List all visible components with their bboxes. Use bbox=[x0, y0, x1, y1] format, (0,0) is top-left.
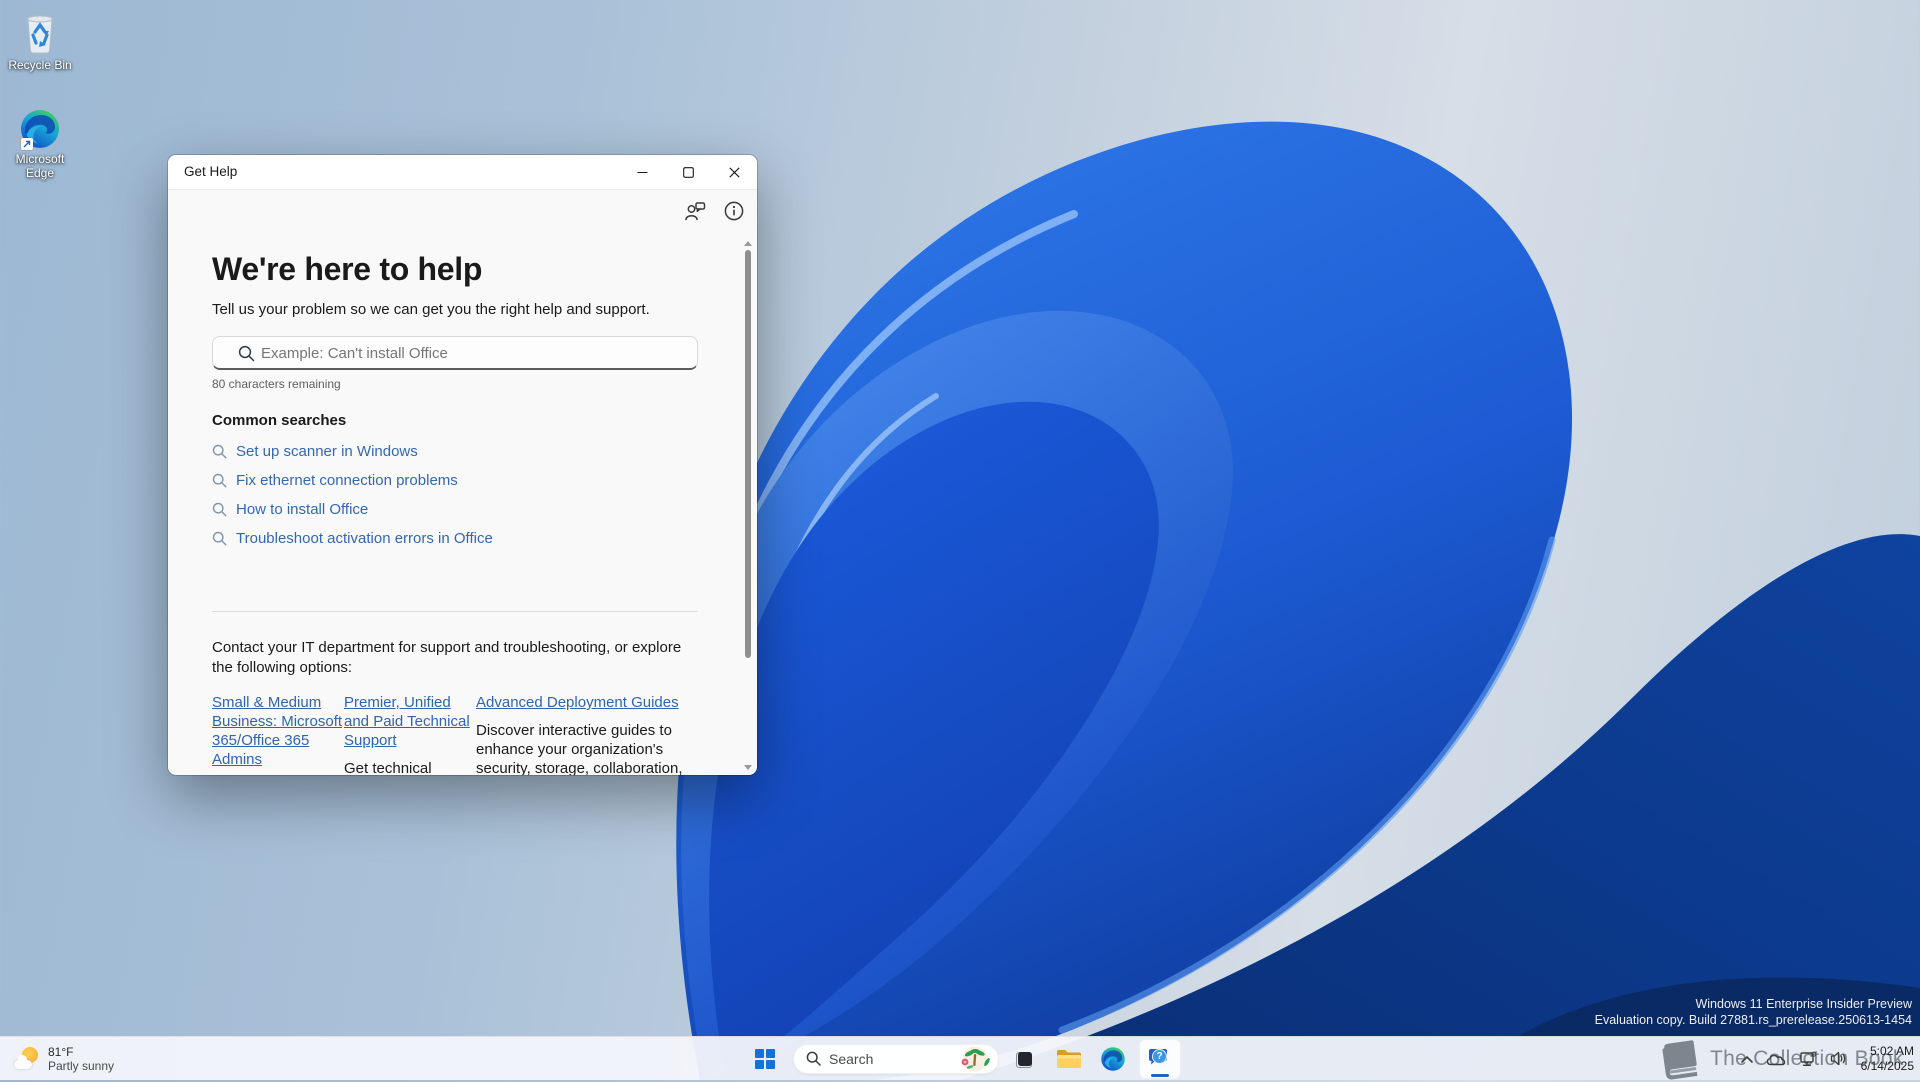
search-icon bbox=[238, 345, 255, 362]
taskbar-search-box[interactable]: Search bbox=[793, 1043, 999, 1074]
scroll-down-arrow[interactable] bbox=[742, 761, 754, 773]
characters-remaining: 80 characters remaining bbox=[212, 377, 341, 391]
divider bbox=[212, 611, 698, 612]
book-icon bbox=[1658, 1036, 1704, 1082]
search-icon bbox=[806, 1051, 821, 1066]
common-search-link-install-office[interactable]: How to install Office bbox=[212, 495, 493, 524]
maximize-button[interactable] bbox=[665, 155, 711, 189]
premier-support-desc: Get technical bbox=[344, 760, 432, 775]
scrollbar-thumb[interactable] bbox=[745, 250, 751, 658]
tray-time: 5:02 AM bbox=[1869, 1043, 1914, 1058]
search-highlight-art bbox=[956, 1046, 994, 1072]
deployment-guides-desc: Discover interactive guides to enhance y… bbox=[476, 722, 683, 775]
start-button[interactable] bbox=[745, 1040, 785, 1078]
tray-date: 6/14/2025 bbox=[1860, 1058, 1914, 1073]
shortcut-arrow-icon bbox=[21, 138, 33, 150]
problem-search-box[interactable] bbox=[212, 336, 698, 370]
search-icon bbox=[212, 444, 227, 459]
volume-icon[interactable] bbox=[1830, 1051, 1848, 1066]
maximize-icon bbox=[682, 166, 694, 178]
taskbar: 81°F Partly sunny Search ? The Collectio… bbox=[0, 1036, 1920, 1080]
get-help-icon: ? bbox=[1147, 1047, 1173, 1071]
search-icon bbox=[212, 531, 227, 546]
task-view-button[interactable] bbox=[1007, 1040, 1043, 1078]
hidden-icons-chevron[interactable] bbox=[1740, 1055, 1753, 1063]
common-search-link-activation[interactable]: Troubleshoot activation errors in Office bbox=[212, 524, 493, 553]
common-search-link-scanner[interactable]: Set up scanner in Windows bbox=[212, 437, 493, 466]
get-help-window: Get Help We're here to help Tell us your… bbox=[168, 155, 757, 775]
taskbar-search-placeholder: Search bbox=[829, 1050, 874, 1067]
page-subtitle: Tell us your problem so we can get you t… bbox=[212, 301, 650, 318]
edge-icon bbox=[1101, 1046, 1125, 1071]
weather-widget[interactable]: 81°F Partly sunny bbox=[14, 1037, 114, 1080]
minimize-icon bbox=[637, 171, 647, 173]
close-icon bbox=[728, 166, 740, 178]
minimize-button[interactable] bbox=[619, 155, 665, 189]
desktop-icon-microsoft-edge[interactable]: Microsoft Edge bbox=[0, 108, 88, 180]
windows-logo-icon bbox=[755, 1048, 775, 1069]
evaluation-watermark: Windows 11 Enterprise Insider Preview Ev… bbox=[1595, 996, 1912, 1028]
desktop: { "desktop": { "icons": [ {"label": "Rec… bbox=[0, 0, 1920, 1080]
desktop-icon-label: Microsoft Edge bbox=[15, 152, 65, 180]
active-app-indicator bbox=[1151, 1073, 1169, 1077]
desktop-icon-label: Recycle Bin bbox=[8, 58, 72, 72]
search-icon bbox=[212, 502, 227, 517]
edge-icon bbox=[19, 108, 61, 150]
network-icon[interactable] bbox=[1799, 1051, 1817, 1067]
titlebar[interactable]: Get Help bbox=[168, 155, 757, 190]
edge-browser-button[interactable] bbox=[1095, 1040, 1131, 1078]
option-column-premier: Premier, Unified and Paid Technical Supp… bbox=[344, 693, 476, 775]
task-view-icon bbox=[1012, 1044, 1038, 1074]
weather-condition: Partly sunny bbox=[48, 1058, 115, 1073]
common-searches-heading: Common searches bbox=[212, 412, 347, 429]
deployment-guides-link[interactable]: Advanced Deployment Guides bbox=[476, 694, 679, 711]
file-explorer-button[interactable] bbox=[1051, 1040, 1087, 1078]
contact-intro-text: Contact your IT department for support a… bbox=[212, 639, 682, 676]
onedrive-cloud-icon[interactable] bbox=[1766, 1052, 1786, 1066]
option-column-deployment: Advanced Deployment Guides Discover inte… bbox=[476, 693, 702, 775]
page-title: We're here to help bbox=[212, 251, 483, 287]
folder-icon bbox=[1057, 1049, 1081, 1068]
question-badge: ? bbox=[1152, 1048, 1167, 1064]
option-column-smb: Small & Medium Business: Microsoft 365/O… bbox=[212, 693, 344, 775]
get-help-taskbar-button[interactable]: ? bbox=[1139, 1038, 1181, 1079]
common-search-link-ethernet[interactable]: Fix ethernet connection problems bbox=[212, 466, 493, 495]
window-title: Get Help bbox=[184, 164, 238, 179]
weather-temp: 81°F bbox=[48, 1044, 74, 1059]
scroll-up-arrow[interactable] bbox=[742, 237, 754, 249]
recycle-bin-icon bbox=[20, 12, 60, 56]
partly-sunny-icon bbox=[14, 1046, 40, 1072]
watermark-line2: Evaluation copy. Build 27881.rs_prerelea… bbox=[1594, 1013, 1912, 1027]
desktop-icon-recycle-bin[interactable]: Recycle Bin bbox=[0, 12, 88, 72]
search-icon bbox=[212, 473, 227, 488]
smb-admins-link[interactable]: Small & Medium Business: Microsoft 365/O… bbox=[212, 694, 342, 768]
contact-support-icon[interactable] bbox=[683, 200, 707, 222]
clock-tray[interactable]: 5:02 AM 6/14/2025 bbox=[1861, 1044, 1914, 1074]
close-button[interactable] bbox=[711, 155, 757, 189]
scrollbar-track[interactable] bbox=[742, 237, 754, 773]
premier-support-link[interactable]: Premier, Unified and Paid Technical Supp… bbox=[344, 694, 470, 749]
watermark-line1: Windows 11 Enterprise Insider Preview bbox=[1695, 997, 1912, 1011]
problem-search-input[interactable] bbox=[259, 339, 689, 367]
info-icon[interactable] bbox=[723, 200, 745, 222]
